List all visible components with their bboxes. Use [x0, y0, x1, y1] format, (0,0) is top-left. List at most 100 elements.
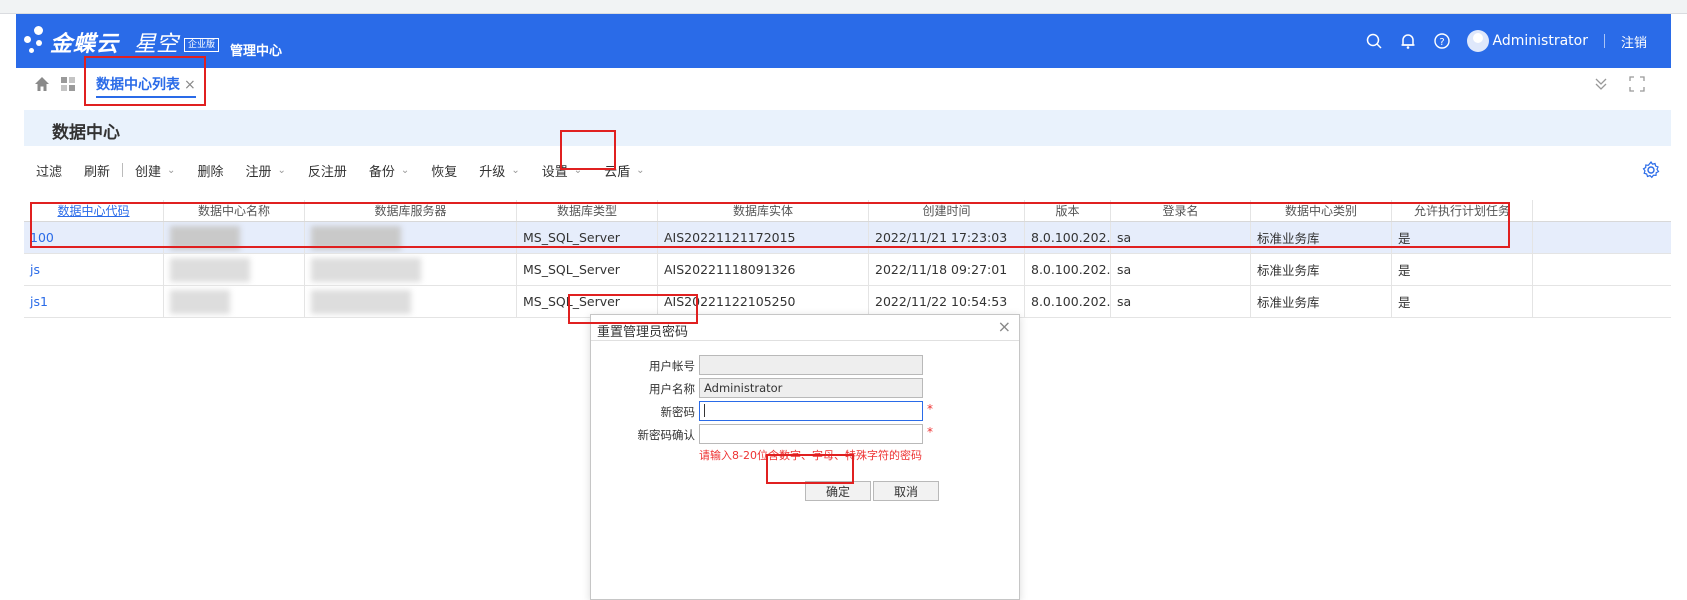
cell-db-entity: AIS20221121172015	[658, 222, 869, 253]
cell-version: 8.0.100.202...	[1025, 254, 1111, 285]
cell-server-redacted	[305, 286, 517, 317]
cell-db-type: MS_SQL_Server	[517, 254, 658, 285]
column-header[interactable]: 数据库实体	[658, 200, 869, 221]
create-button[interactable]: 创建 ⌄	[135, 161, 175, 180]
brand-product: 星空	[134, 32, 179, 57]
required-mark: *	[927, 425, 933, 439]
module-title: 管理中心	[230, 44, 283, 59]
username-field[interactable]: Administrator	[699, 378, 923, 398]
new-password-field[interactable]	[699, 401, 923, 421]
cell-category: 标准业务库	[1251, 286, 1392, 317]
cell-db-entity: AIS20221118091326	[658, 254, 869, 285]
fullscreen-icon[interactable]	[1629, 76, 1645, 92]
filter-button[interactable]: 过滤	[36, 161, 62, 180]
confirm-password-field[interactable]	[699, 424, 923, 444]
toolbar-divider	[122, 163, 124, 177]
cell-category: 标准业务库	[1251, 254, 1392, 285]
new-password-label: 新密码	[660, 405, 696, 419]
close-icon[interactable]: ×	[998, 317, 1011, 336]
cancel-button[interactable]: 取消	[873, 481, 939, 501]
confirm-password-label: 新密码确认	[637, 428, 696, 442]
cell-code[interactable]: js1	[24, 286, 164, 317]
cell-allow-task: 是	[1392, 286, 1533, 317]
cell-created: 2022/11/18 09:27:01	[869, 254, 1025, 285]
app-grid-icon[interactable]	[60, 76, 76, 92]
new-password-row: 新密码 *	[591, 401, 1021, 421]
cell-name-redacted	[164, 222, 305, 253]
table-header: 数据中心代码 数据中心名称 数据库服务器 数据库类型 数据库实体 创建时间 版本…	[24, 200, 1671, 222]
backup-button[interactable]: 备份 ⌄	[369, 161, 409, 180]
cell-category: 标准业务库	[1251, 222, 1392, 253]
top-right-actions: ? Administrator 注销	[1365, 14, 1671, 68]
help-icon[interactable]: ?	[1433, 32, 1451, 50]
cell-spacer	[1533, 254, 1671, 285]
divider	[1603, 34, 1605, 48]
confirm-password-row: 新密码确认 *	[591, 424, 1021, 444]
column-header[interactable]: 数据中心名称	[164, 200, 305, 221]
column-header[interactable]: 数据库类型	[517, 200, 658, 221]
delete-button[interactable]: 删除	[197, 161, 223, 180]
settings-button[interactable]: 设置 ⌄	[542, 161, 582, 180]
chevron-down-icon: ⌄	[573, 164, 583, 176]
restore-button[interactable]: 恢复	[431, 161, 457, 180]
chevron-down-icon: ⌄	[277, 164, 286, 176]
upgrade-button[interactable]: 升级 ⌄	[479, 161, 519, 180]
chevron-down-icon: ⌄	[167, 164, 176, 176]
cloud-shield-button[interactable]: 云盾 ⌄	[604, 161, 644, 180]
edition-badge: 企业版	[184, 38, 220, 52]
app-window: 金蝶云 星空 企业版 管理中心 ? Administrator 注销 数据中心列…	[16, 14, 1671, 600]
svg-text:?: ?	[1439, 37, 1444, 48]
cell-login: sa	[1111, 286, 1251, 317]
cell-db-type: MS_SQL_Server	[517, 286, 658, 317]
gear-icon[interactable]	[1641, 160, 1661, 180]
toolbar: 过滤 刷新 创建 ⌄ 删除 注册 ⌄ 反注册 备份 ⌄ 恢复 升级 ⌄ 设置 ⌄ 云盾 ⌄	[24, 152, 1671, 188]
register-button[interactable]: 注册 ⌄	[245, 161, 285, 180]
column-header[interactable]: 数据中心类别	[1251, 200, 1392, 221]
unregister-button[interactable]: 反注册	[308, 161, 347, 180]
column-header[interactable]: 登录名	[1111, 200, 1251, 221]
datacenter-table: 数据中心代码 数据中心名称 数据库服务器 数据库类型 数据库实体 创建时间 版本…	[24, 200, 1671, 318]
search-icon[interactable]	[1365, 32, 1383, 50]
column-header[interactable]: 数据库服务器	[305, 200, 517, 221]
tab-close-icon[interactable]: ×	[184, 77, 196, 93]
cell-name-redacted	[164, 254, 305, 285]
username-row: 用户名称 Administrator	[591, 378, 1021, 398]
table-row[interactable]: js MS_SQL_Server AIS20221118091326 2022/…	[24, 254, 1671, 286]
cell-code[interactable]: js	[24, 254, 164, 285]
cell-login: sa	[1111, 222, 1251, 253]
column-header-code[interactable]: 数据中心代码	[24, 200, 164, 221]
logout-link[interactable]: 注销	[1621, 32, 1647, 51]
cell-code[interactable]: 100	[24, 222, 164, 253]
bell-icon[interactable]	[1399, 32, 1417, 50]
table-row[interactable]: 100 MS_SQL_Server AIS20221121172015 2022…	[24, 222, 1671, 254]
cell-spacer	[1533, 286, 1671, 317]
tab-bar-actions	[1593, 76, 1645, 92]
logo-icon	[24, 26, 50, 56]
cell-server-redacted	[305, 222, 517, 253]
dialog-header: 重置管理员密码 ×	[591, 315, 1019, 341]
account-label: 用户帐号	[649, 359, 695, 373]
cell-db-entity: AIS20221122105250	[658, 286, 869, 317]
cell-server-redacted	[305, 254, 517, 285]
column-header-spacer	[1533, 200, 1671, 221]
user-name[interactable]: Administrator	[1493, 33, 1588, 49]
username-label: 用户名称	[649, 382, 695, 396]
chevron-down-icon: ⌄	[511, 164, 520, 176]
refresh-button[interactable]: 刷新	[84, 161, 110, 180]
chevron-down-icon: ⌄	[400, 164, 410, 176]
cell-created: 2022/11/22 10:54:53	[869, 286, 1025, 317]
top-nav-bar: 金蝶云 星空 企业版 管理中心 ? Administrator 注销	[16, 14, 1671, 68]
column-header[interactable]: 允许执行计划任务	[1392, 200, 1533, 221]
tab-label: 数据中心列表	[96, 77, 180, 93]
cell-allow-task: 是	[1392, 222, 1533, 253]
home-icon[interactable]	[34, 76, 50, 92]
cell-version: 8.0.100.202...	[1025, 286, 1111, 317]
confirm-button[interactable]: 确定	[805, 481, 871, 501]
tab-datacenter-list[interactable]: 数据中心列表 ×	[96, 68, 196, 98]
avatar[interactable]	[1466, 30, 1489, 52]
chevron-double-down-icon[interactable]	[1593, 76, 1609, 92]
column-header[interactable]: 创建时间	[869, 200, 1025, 221]
column-header[interactable]: 版本	[1025, 200, 1111, 221]
password-hint: 请输入8-20位含数字、字母、特殊字符的密码	[699, 449, 922, 462]
account-field[interactable]	[699, 355, 923, 375]
